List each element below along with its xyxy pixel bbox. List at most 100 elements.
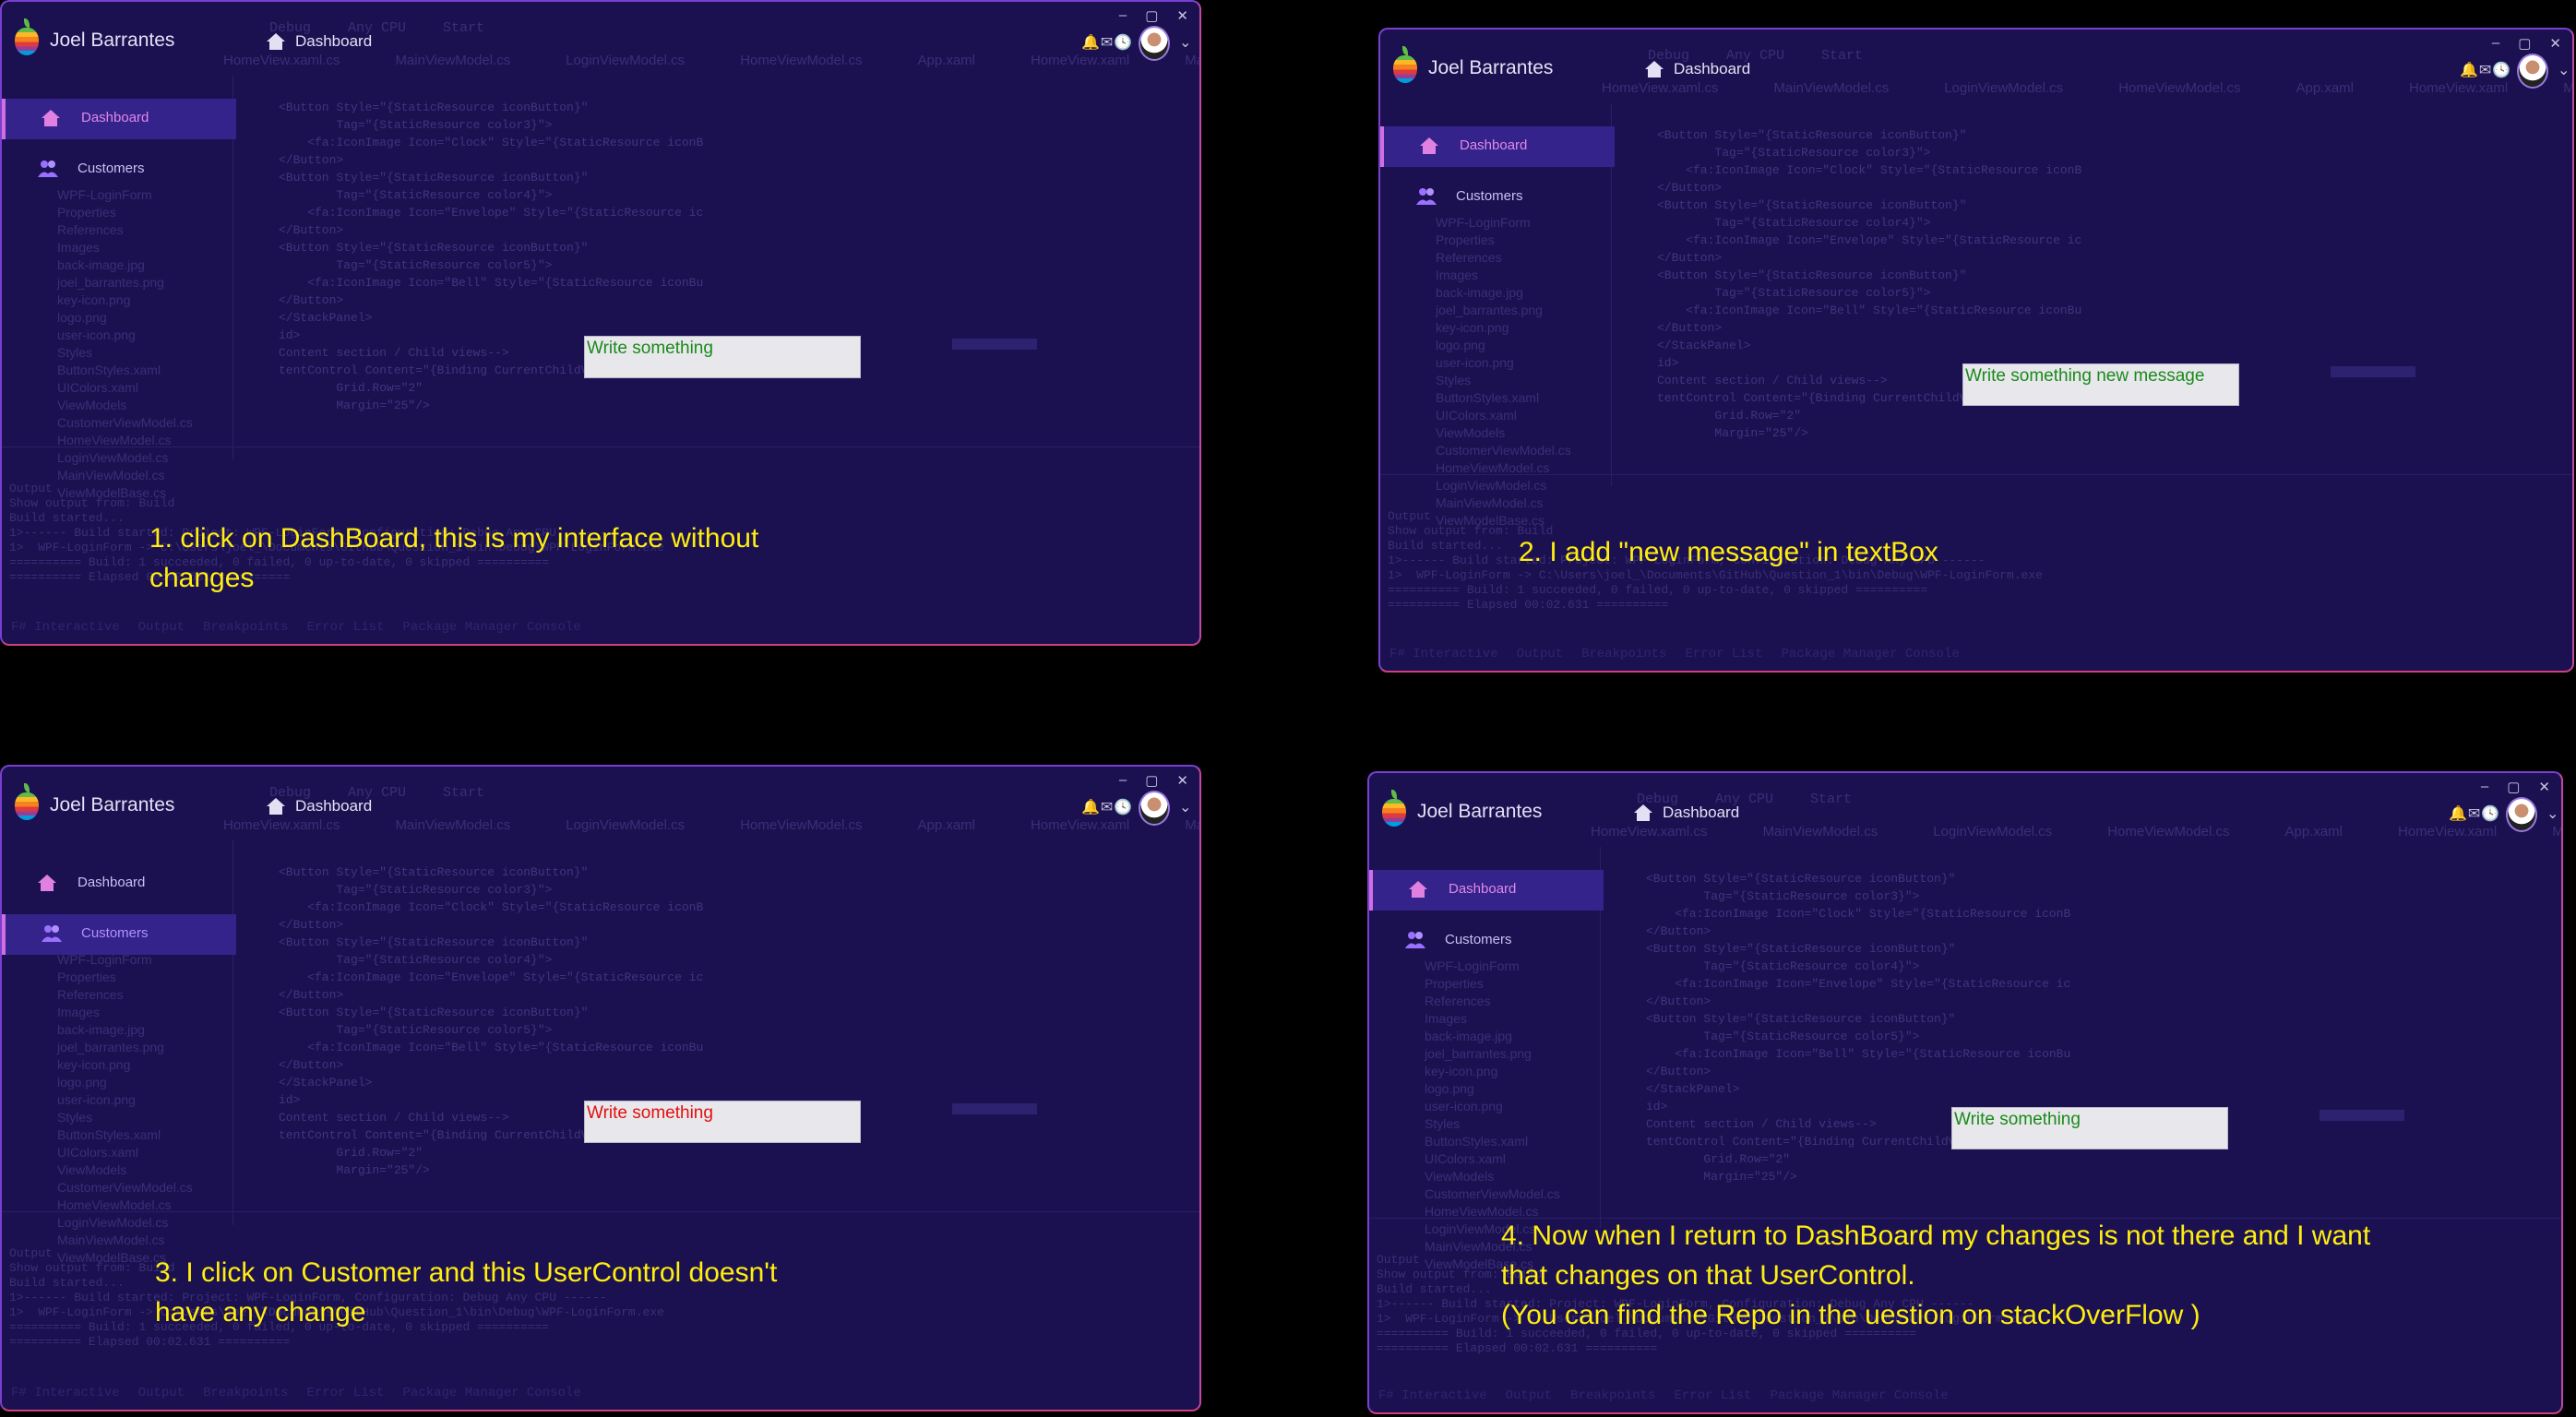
app-logo-icon (1393, 55, 1417, 83)
background-text: Grid.Row="2" (279, 1146, 423, 1160)
background-text: Tag="{StaticResource color3}"> (279, 118, 553, 132)
notification-icons[interactable]: 🔔✉🕓 (2449, 804, 2500, 823)
background-text: ========== Build: 1 succeeded, 0 failed,… (1388, 583, 1928, 597)
background-text: MainView.xaml (2563, 80, 2574, 96)
background-text: Tag="{StaticResource color5}"> (279, 258, 553, 272)
minimize-button[interactable]: – (1119, 7, 1127, 24)
maximize-button[interactable]: ▢ (2518, 35, 2531, 52)
caption-line: 2. I add "new message" in textBox (1519, 537, 1938, 567)
header-current-view: Dashboard (1663, 804, 1740, 821)
background-text: <fa:IconImage Icon="Clock" Style="{Stati… (279, 136, 704, 149)
minimize-button[interactable]: – (1119, 772, 1127, 789)
background-text: Error List (306, 1386, 385, 1400)
avatar[interactable] (1139, 791, 1170, 826)
close-button[interactable]: ✕ (1176, 7, 1188, 24)
chevron-down-icon[interactable]: ⌄ (2546, 804, 2558, 823)
background-text: MainViewModel.cs (395, 817, 511, 833)
background-text: ButtonStyles.xaml (57, 1127, 161, 1142)
caption-line: that changes on that UserControl. (1501, 1260, 1915, 1291)
close-button[interactable]: ✕ (2538, 779, 2550, 795)
background-text: </Button> (279, 223, 344, 237)
sidebar-item-dashboard[interactable]: Dashboard (1380, 126, 1615, 167)
message-textbox[interactable]: Write something (1951, 1107, 2228, 1149)
sidebar-item-customers[interactable]: Customers (1380, 177, 1611, 218)
background-text: HomeView.xaml.cs (223, 817, 340, 833)
notification-icons[interactable]: 🔔✉🕓 (2460, 61, 2511, 79)
minimize-button[interactable]: – (2492, 35, 2499, 52)
close-button[interactable]: ✕ (2549, 35, 2561, 52)
annotation-caption: 4. Now when I return to DashBoard my cha… (1501, 1216, 2370, 1335)
background-text: References (1436, 250, 1502, 265)
background-text: References (57, 987, 124, 1002)
background-text: <Button Style="{StaticResource iconButto… (279, 171, 589, 185)
ide-tabs: HomeView.xaml.cs MainViewModel.cs LoginVie… (223, 53, 1199, 68)
background-text: Package Manager Console (1770, 1388, 1949, 1403)
background-text: joel_barrantes.png (1425, 1046, 1532, 1061)
background-text: LoginViewModel.cs (566, 817, 686, 833)
caption-line: 1. click on DashBoard, this is my interf… (149, 523, 759, 554)
minimize-button[interactable]: – (2481, 779, 2488, 795)
sidebar-item-dashboard[interactable]: Dashboard (2, 99, 236, 139)
maximize-button[interactable]: ▢ (1145, 772, 1158, 789)
background-text: Package Manager Console (402, 620, 581, 635)
background-text: joel_barrantes.png (57, 275, 164, 290)
designer-preview-textbox (2331, 366, 2415, 377)
sidebar-item-dashboard[interactable]: Dashboard (2, 863, 233, 904)
solution-explorer-tree: WPF-LoginForm Properties References Images b… (57, 186, 193, 502)
background-text: Margin="25"/> (1657, 426, 1808, 440)
background-text: Grid.Row="2" (279, 381, 423, 395)
background-text: <fa:IconImage Icon="Clock" Style="{Stati… (1657, 163, 2082, 177)
maximize-button[interactable]: ▢ (1145, 7, 1158, 24)
sidebar-item-customers[interactable]: Customers (2, 914, 236, 955)
avatar[interactable] (2506, 797, 2537, 832)
background-text: Images (1425, 1011, 1467, 1026)
sidebar-item-customers[interactable]: Customers (1369, 921, 1600, 961)
chevron-down-icon[interactable]: ⌄ (2558, 61, 2570, 79)
background-text: </StackPanel> (279, 1076, 373, 1090)
notification-icons[interactable]: 🔔✉🕓 (1081, 798, 1133, 816)
avatar[interactable] (1139, 26, 1170, 61)
annotation-caption: 3. I click on Customer and this UserCont… (155, 1253, 777, 1332)
background-text: Properties (57, 970, 116, 984)
background-text: Styles (1425, 1116, 1461, 1131)
header-current-view: Dashboard (1674, 60, 1751, 77)
background-text: Start (443, 20, 485, 36)
step-2-screenshot: Debug Any CPU Start HomeView.xaml.cs MainVi… (1378, 28, 2574, 673)
home-icon (1645, 61, 1664, 77)
close-button[interactable]: ✕ (1176, 772, 1188, 789)
background-text: user-icon.png (57, 327, 136, 342)
caption-line: (You can find the Repo in the uestion on… (1501, 1300, 2200, 1330)
step-1-screenshot: Debug Any CPU Start HomeView.xaml.cs MainVi… (0, 0, 1201, 646)
message-textbox[interactable]: Write something (584, 1101, 861, 1143)
sidebar-item-customers[interactable]: Customers (2, 149, 233, 190)
solution-explorer-tree: WPF-LoginForm Properties References Images b… (57, 951, 193, 1267)
sidebar-item-dashboard[interactable]: Dashboard (1369, 870, 1604, 911)
background-text: Breakpoints (1581, 647, 1667, 661)
message-textbox[interactable]: Write something new message (1962, 363, 2239, 406)
message-textbox[interactable]: Write something (584, 336, 861, 378)
avatar[interactable] (2517, 54, 2548, 89)
background-text: <fa:IconImage Icon="Clock" Style="{Stati… (279, 900, 704, 914)
background-text: App.xaml (2296, 80, 2354, 96)
sidebar-item-label: Dashboard (1449, 881, 1517, 897)
background-text: App.xaml (917, 53, 975, 68)
background-text: MainView.xaml (1185, 53, 1199, 68)
background-text: CustomerViewModel.cs (1425, 1186, 1560, 1201)
chevron-down-icon[interactable]: ⌄ (1179, 33, 1191, 52)
background-text: Start (443, 785, 485, 801)
caption-line: changes (149, 563, 255, 593)
notification-icons[interactable]: 🔔✉🕓 (1081, 33, 1133, 52)
caption-line: have any change (155, 1297, 366, 1328)
background-text: HomeView.xaml.cs (223, 53, 340, 68)
background-text: App.xaml (917, 817, 975, 833)
background-text: Breakpoints (203, 1386, 289, 1400)
background-text: F# Interactive (1389, 647, 1498, 661)
background-text: logo.png (57, 310, 107, 325)
header-current-view: Dashboard (295, 797, 373, 815)
divider (1380, 474, 2572, 475)
maximize-button[interactable]: ▢ (2507, 779, 2520, 795)
background-text: HomeView.xaml (1031, 53, 1130, 68)
background-text: <fa:IconImage Icon="Envelope" Style="{St… (1657, 233, 2082, 247)
background-text: ViewModels (1436, 425, 1506, 440)
chevron-down-icon[interactable]: ⌄ (1179, 798, 1191, 816)
